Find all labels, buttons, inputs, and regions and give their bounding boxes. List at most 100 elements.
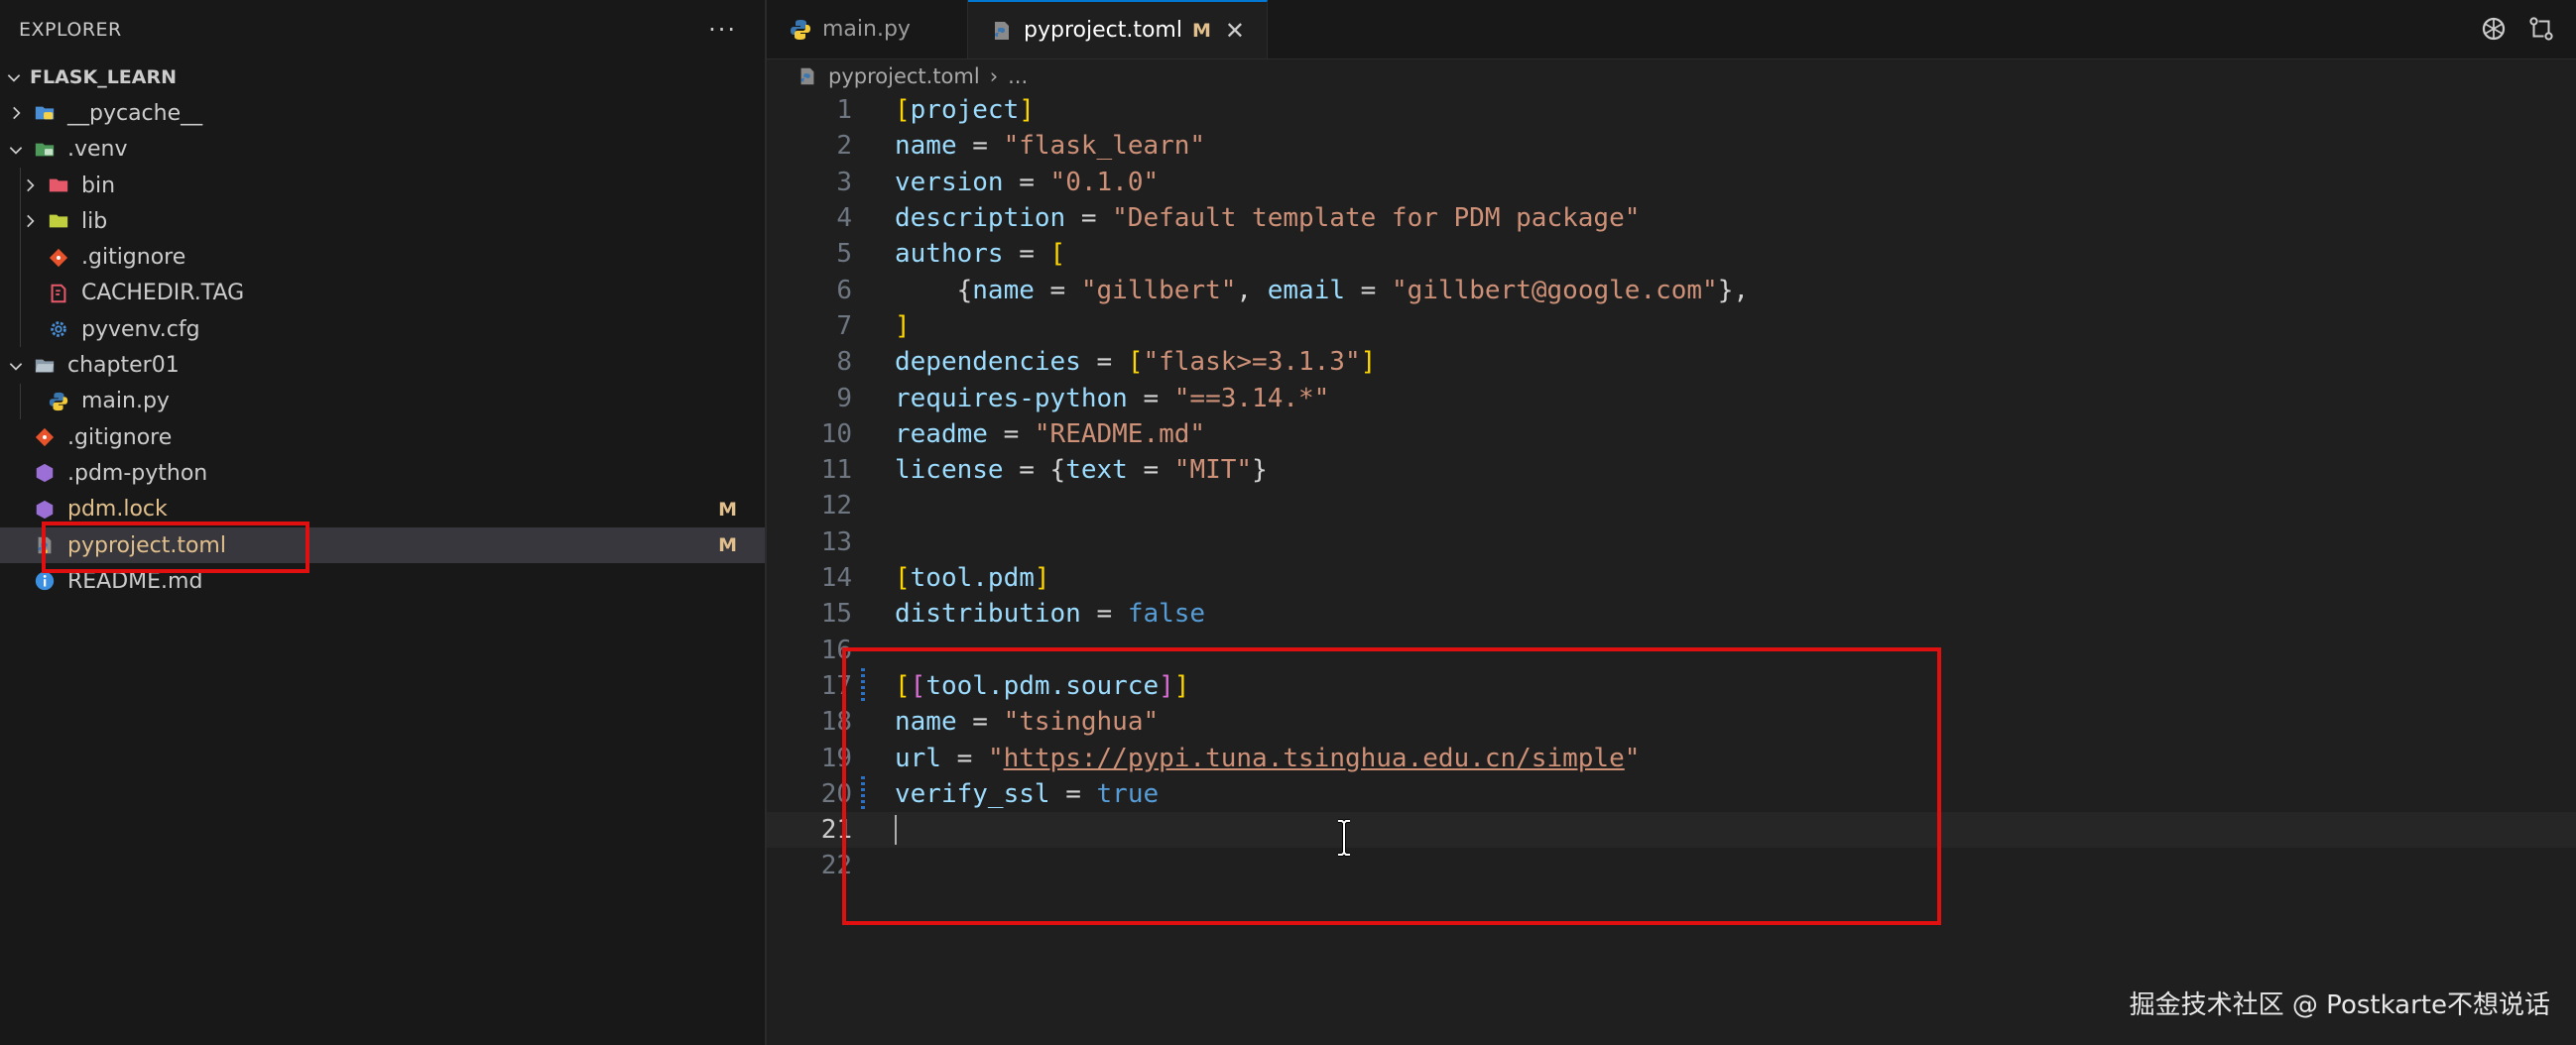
chevron-down-icon — [4, 67, 24, 87]
line-number: 15 — [820, 599, 852, 630]
code-line: 2 name = "flask_learn" — [767, 128, 2576, 164]
tree-item-lib[interactable]: lib — [0, 203, 765, 240]
modified-badge: M — [718, 498, 737, 521]
code-line: 14 [tool.pdm] — [767, 560, 2576, 596]
code-line: 12 — [767, 488, 2576, 523]
gear-icon — [46, 317, 71, 341]
breadcrumb: pyproject.toml › ... — [767, 59, 2576, 92]
line-number: 9 — [836, 383, 852, 413]
line-number: 2 — [836, 131, 852, 162]
diff-marker — [861, 775, 865, 812]
code-line: 1 [project] — [767, 92, 2576, 128]
tree-item-pdm-lock[interactable]: pdm.lock M — [0, 492, 765, 527]
code-line: 11 license = {text = "MIT"} — [767, 452, 2576, 488]
code-line: 10 readme = "README.md" — [767, 416, 2576, 452]
tree-item-label: .gitignore — [67, 424, 173, 450]
line-number: 16 — [820, 635, 852, 665]
code-line: 6 {name = "gillbert", email = "gillbert@… — [767, 273, 2576, 308]
line-number: 11 — [820, 455, 852, 486]
editor-tabs: main.py pyproject.toml M ✕ — [767, 0, 2576, 59]
tree-item-venv-gitignore[interactable]: .gitignore — [0, 239, 765, 276]
tree-item-label: lib — [81, 208, 108, 234]
more-icon[interactable]: ··· — [708, 16, 737, 44]
tab-modified-badge: M — [1191, 19, 1211, 42]
tree-item-label: chapter01 — [67, 353, 180, 379]
compare-changes-icon[interactable] — [2526, 14, 2556, 44]
url-link[interactable]: https://pypi.tuna.tsinghua.edu.cn/simple — [1004, 744, 1625, 773]
lib-folder-icon — [46, 209, 71, 233]
text-cursor — [895, 815, 897, 846]
code-line: 19 url = "https://pypi.tuna.tsinghua.edu.… — [767, 740, 2576, 775]
toml-icon — [797, 65, 818, 87]
line-number: 1 — [836, 95, 852, 126]
modified-badge: M — [718, 534, 737, 556]
tree-item-readme[interactable]: README.md — [0, 563, 765, 599]
python-icon — [789, 18, 812, 42]
tree-item-label: .venv — [67, 137, 128, 163]
tree-item-label: CACHEDIR.TAG — [81, 281, 245, 306]
indent-guide — [20, 383, 21, 419]
watermark: 掘金技术社区 @ Postkarte不想说话 — [2129, 990, 2550, 1020]
tree-item-cachedir-tag[interactable]: CACHEDIR.TAG — [0, 275, 765, 312]
line-number: 18 — [820, 707, 852, 738]
tree-item-chapter01[interactable]: chapter01 — [0, 347, 765, 383]
code-line: 9 requires-python = "==3.14.*" — [767, 380, 2576, 415]
line-number: 14 — [820, 563, 852, 594]
tab-main-py[interactable]: main.py — [767, 0, 968, 58]
tab-pyproject-toml[interactable]: pyproject.toml M ✕ — [968, 0, 1268, 58]
chevron-right-icon — [20, 211, 40, 231]
code-line: 18 name = "tsinghua" — [767, 704, 2576, 740]
diff-marker — [861, 667, 865, 705]
indent-guide — [20, 167, 21, 204]
close-icon[interactable]: ✕ — [1225, 17, 1245, 45]
breadcrumb-file[interactable]: pyproject.toml — [828, 64, 980, 88]
line-number: 6 — [836, 275, 852, 305]
folder-open-icon — [32, 354, 58, 378]
line-number: 8 — [836, 347, 852, 378]
tree-item-pycache[interactable]: __pycache__ — [0, 95, 765, 131]
explorer-title: EXPLORER — [19, 19, 122, 41]
tree-item-label: pyvenv.cfg — [81, 316, 200, 342]
tree-item-label: pdm.lock — [67, 497, 168, 522]
git-icon — [46, 246, 71, 270]
code-line: 20 verify_ssl = true — [767, 775, 2576, 812]
code-line: 15 distribution = false — [767, 596, 2576, 632]
breadcrumb-rest[interactable]: ... — [1008, 64, 1028, 88]
tree-root-folder[interactable]: FLASK_LEARN — [0, 59, 765, 95]
info-icon — [32, 569, 58, 593]
code-line: 3 version = "0.1.0" — [767, 165, 2576, 200]
tree-item-label: .pdm-python — [67, 460, 208, 486]
code-line: 16 — [767, 633, 2576, 668]
code-line: 13 — [767, 524, 2576, 560]
line-number: 13 — [820, 526, 852, 557]
root-label: FLASK_LEARN — [30, 66, 178, 89]
line-number: 7 — [836, 310, 852, 341]
code-line: 17 [[tool.pdm.source]] — [767, 667, 2576, 705]
tree-item-pdm-python[interactable]: .pdm-python — [0, 455, 765, 491]
tab-label: pyproject.toml — [1024, 18, 1182, 43]
tree-item-bin[interactable]: bin — [0, 167, 765, 204]
file-tree: FLASK_LEARN __pycache__ .venv bin lib .g… — [0, 59, 765, 599]
tab-label: main.py — [822, 17, 911, 42]
git-icon — [32, 425, 58, 449]
chevron-right-icon — [6, 103, 26, 123]
tree-item-label: README.md — [67, 568, 203, 594]
chevron-right-icon — [20, 175, 40, 195]
tree-item-label: bin — [81, 173, 116, 198]
current-line: 21 — [767, 812, 2576, 849]
tree-item-gitignore[interactable]: .gitignore — [0, 419, 765, 455]
chevron-down-icon — [6, 140, 26, 160]
bin-folder-icon — [46, 174, 71, 197]
tag-file-icon — [46, 282, 71, 305]
indent-guide — [20, 239, 21, 276]
tree-item-venv[interactable]: .venv — [0, 132, 765, 168]
toml-icon — [990, 19, 1014, 43]
line-number: 12 — [820, 491, 852, 522]
tree-item-pyproject-toml[interactable]: pyproject.toml M — [0, 526, 765, 564]
code-editor[interactable]: 1 [project] 2 name = "flask_learn" 3 versio… — [767, 92, 2576, 1045]
tree-item-pyvenv-cfg[interactable]: pyvenv.cfg — [0, 311, 765, 348]
openai-icon[interactable] — [2479, 14, 2509, 44]
line-number: 10 — [820, 418, 852, 449]
tree-item-main-py[interactable]: main.py — [0, 383, 765, 419]
ibeam-cursor-icon — [1338, 819, 1350, 857]
